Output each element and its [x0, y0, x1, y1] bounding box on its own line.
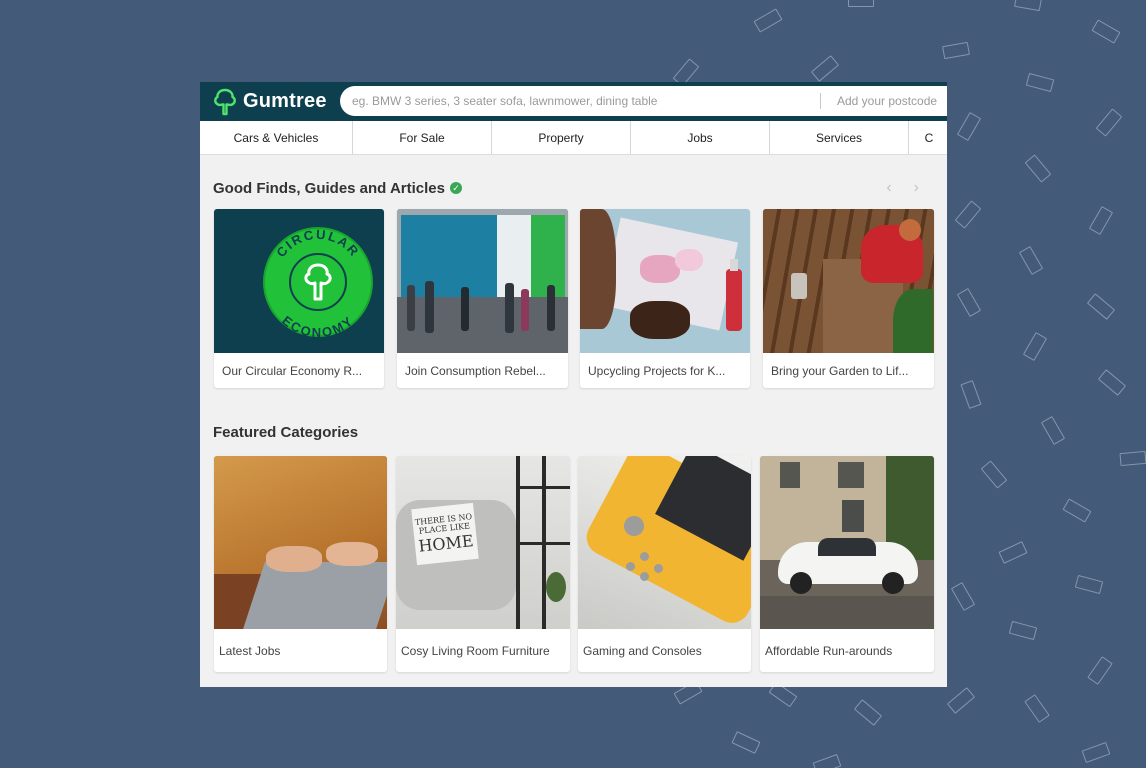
article-image — [763, 209, 934, 353]
carousel-arrows: ‹ › — [886, 179, 919, 197]
category-card[interactable]: Gaming and Consoles — [578, 456, 751, 672]
nav-item-cars-vehicles[interactable]: Cars & Vehicles — [200, 121, 353, 154]
articles-title: Good Finds, Guides and Articles — [213, 179, 445, 197]
pillow-print: THERE IS NO PLACE LIKE HOME — [414, 511, 475, 556]
article-image — [397, 209, 568, 353]
article-label: Our Circular Economy R... — [222, 363, 363, 378]
article-label: Bring your Garden to Lif... — [771, 363, 909, 378]
brand-name: Gumtree — [243, 90, 327, 112]
category-card[interactable]: Latest Jobs — [214, 456, 387, 672]
article-image — [580, 209, 750, 353]
tree-icon — [214, 88, 236, 115]
carousel-prev-button[interactable]: ‹ — [886, 179, 891, 197]
category-nav: Cars & Vehicles For Sale Property Jobs S… — [200, 121, 947, 155]
postcode-input[interactable] — [837, 94, 947, 108]
category-label: Cosy Living Room Furniture — [401, 643, 550, 658]
category-label: Affordable Run-arounds — [765, 643, 893, 658]
search-bar — [340, 86, 947, 116]
article-image: CIRCULAR ECONOMY — [214, 209, 384, 353]
articles-header: Good Finds, Guides and Articles ✓ ‹ › — [213, 177, 934, 199]
nav-item-community[interactable]: C — [909, 121, 947, 154]
category-image: THERE IS NO PLACE LIKE HOME — [396, 456, 570, 629]
article-card[interactable]: Upcycling Projects for K... — [580, 209, 750, 388]
articles-carousel: CIRCULAR ECONOMY Our Circular Economy R.… — [214, 209, 947, 388]
search-input[interactable] — [352, 94, 819, 108]
category-label: Gaming and Consoles — [583, 643, 702, 658]
nav-item-property[interactable]: Property — [492, 121, 631, 154]
featured-title: Featured Categories — [213, 423, 359, 441]
browser-window: Gumtree Cars & Vehicles For Sale Propert… — [200, 82, 947, 687]
category-image — [760, 456, 934, 629]
site-header: Gumtree — [200, 82, 947, 121]
article-label: Upcycling Projects for K... — [588, 363, 726, 378]
category-card[interactable]: Affordable Run-arounds — [760, 456, 934, 672]
carousel-next-button[interactable]: › — [914, 179, 919, 197]
category-label: Latest Jobs — [219, 643, 281, 658]
circular-economy-badge: CIRCULAR ECONOMY — [263, 227, 373, 340]
nav-item-jobs[interactable]: Jobs — [631, 121, 770, 154]
article-label: Join Consumption Rebel... — [405, 363, 546, 378]
search-divider — [820, 93, 821, 109]
verified-check-icon: ✓ — [449, 182, 462, 194]
nav-item-services[interactable]: Services — [770, 121, 909, 154]
category-image — [578, 456, 751, 629]
gumtree-logo[interactable]: Gumtree — [213, 88, 339, 116]
category-card[interactable]: THERE IS NO PLACE LIKE HOME Cosy Living Ro… — [396, 456, 570, 672]
article-card[interactable]: Join Consumption Rebel... — [397, 209, 568, 388]
featured-categories: Latest Jobs THERE IS NO PLACE LIKE HOME Co… — [214, 456, 947, 672]
featured-header: Featured Categories — [213, 421, 934, 443]
category-image — [214, 456, 387, 629]
nav-item-for-sale[interactable]: For Sale — [353, 121, 492, 154]
article-card[interactable]: Bring your Garden to Lif... — [763, 209, 934, 388]
article-card[interactable]: CIRCULAR ECONOMY Our Circular Economy R.… — [214, 209, 384, 388]
